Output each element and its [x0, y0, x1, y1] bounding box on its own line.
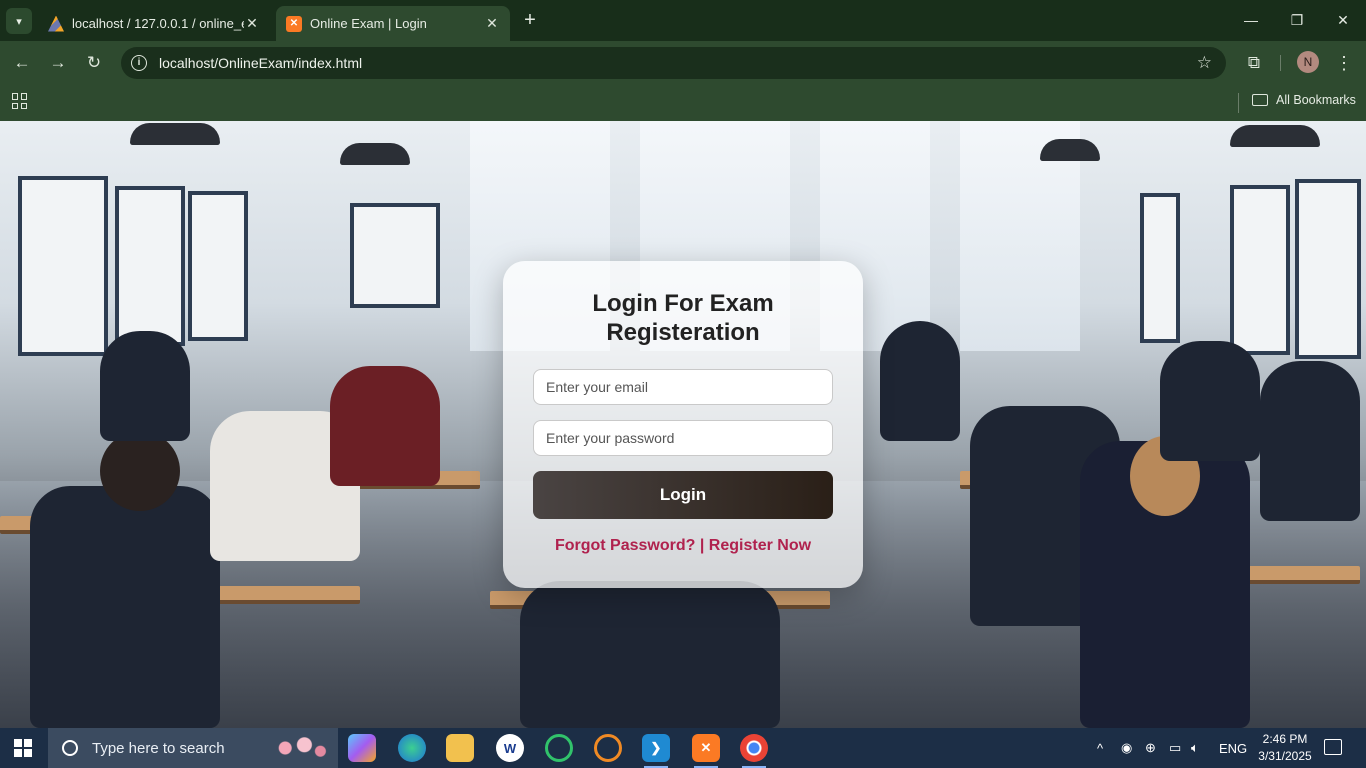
phpmyadmin-icon	[48, 15, 64, 32]
page-viewport: Login For Exam Registeration Login Forgo…	[0, 121, 1366, 728]
all-bookmarks-button[interactable]: All Bookmarks	[1252, 93, 1356, 107]
tab-strip: ▾ localhost / 127.0.0.1 / online_exam ✕ …	[0, 0, 1366, 41]
search-highlight-image	[266, 732, 330, 764]
tab-search-button[interactable]: ▾	[6, 8, 32, 34]
search-placeholder: Type here to search	[92, 739, 225, 757]
register-link[interactable]: Register Now	[709, 537, 811, 554]
copilot-icon[interactable]	[348, 734, 376, 762]
back-button[interactable]: ←	[10, 51, 34, 75]
auth-links: Forgot Password? | Register Now	[533, 537, 833, 555]
avatar: N	[1297, 51, 1319, 73]
close-tab-icon[interactable]: ✕	[244, 15, 260, 32]
xampp-icon: ✕	[286, 15, 302, 32]
notifications-icon[interactable]	[1324, 739, 1342, 755]
profile-button[interactable]: N	[1297, 51, 1319, 75]
login-button[interactable]: Login	[533, 471, 833, 519]
tab-phpmyadmin[interactable]: localhost / 127.0.0.1 / online_exam ✕	[38, 6, 270, 41]
menu-kebab-icon[interactable]: ⋮	[1332, 51, 1356, 75]
vscode-icon[interactable]: ❯	[642, 734, 670, 768]
forward-button[interactable]: →	[46, 51, 70, 75]
volume-icon[interactable]: 🔈︎	[1191, 728, 1199, 768]
chrome-icon[interactable]	[740, 734, 768, 768]
eclipse-icon[interactable]	[594, 734, 622, 762]
show-hidden-icons-icon[interactable]: ^	[1097, 728, 1103, 768]
bookmark-star-icon[interactable]: ☆	[1197, 53, 1212, 73]
toolbar-divider	[1280, 55, 1281, 71]
minimize-button[interactable]: —	[1228, 8, 1274, 32]
xampp-icon[interactable]: ✕	[692, 734, 720, 768]
refresh-app-icon[interactable]	[545, 734, 573, 762]
bookmarks-bar: All Bookmarks	[0, 85, 1366, 121]
network-icon[interactable]: ⊕	[1145, 728, 1156, 768]
new-tab-button[interactable]: +	[518, 8, 542, 32]
restore-button[interactable]: ❐	[1274, 8, 1320, 32]
edge-icon[interactable]	[398, 734, 426, 762]
browser-toolbar: ← → ↻ i localhost/OnlineExam/index.html …	[0, 41, 1366, 85]
tab-online-exam[interactable]: ✕ Online Exam | Login ✕	[276, 6, 510, 41]
address-bar[interactable]: i localhost/OnlineExam/index.html ☆	[121, 47, 1226, 79]
password-field[interactable]	[533, 420, 833, 456]
close-window-button[interactable]: ✕	[1320, 8, 1366, 32]
close-tab-icon[interactable]: ✕	[484, 15, 500, 32]
bookmarks-divider	[1238, 93, 1239, 113]
system-clock[interactable]: 2:46 PM 3/31/2025	[1252, 731, 1318, 765]
reload-button[interactable]: ↻	[82, 51, 106, 75]
language-indicator[interactable]: ENG	[1219, 728, 1247, 768]
battery-icon[interactable]: ▭	[1169, 728, 1181, 768]
tab-title: localhost / 127.0.0.1 / online_exam	[72, 16, 244, 31]
record-icon[interactable]: ◉	[1121, 728, 1132, 768]
app-icon[interactable]: W	[496, 734, 524, 762]
login-card: Login For Exam Registeration Login Forgo…	[503, 261, 863, 588]
url-text[interactable]: localhost/OnlineExam/index.html	[159, 55, 362, 71]
forgot-password-link[interactable]: Forgot Password?	[555, 537, 695, 554]
clock-time: 2:46 PM	[1262, 732, 1308, 746]
extensions-icon[interactable]: ⧉	[1242, 51, 1266, 75]
all-bookmarks-label: All Bookmarks	[1276, 93, 1356, 107]
file-explorer-icon[interactable]	[446, 734, 474, 762]
taskbar: Type here to search W ❯ ✕ ^ ◉ ⊕ ▭ 🔈︎ ENG…	[0, 728, 1366, 768]
folder-icon	[1252, 94, 1268, 106]
site-info-icon[interactable]: i	[131, 55, 147, 71]
email-field[interactable]	[533, 369, 833, 405]
apps-grid-icon[interactable]	[12, 93, 28, 109]
page-title: Login For Exam Registeration	[592, 290, 774, 346]
tab-title: Online Exam | Login	[310, 16, 427, 31]
link-separator: |	[699, 537, 705, 554]
taskbar-search[interactable]: Type here to search	[48, 728, 338, 768]
search-icon	[62, 740, 78, 756]
windows-start-icon[interactable]	[14, 739, 32, 757]
clock-date: 3/31/2025	[1258, 749, 1312, 763]
